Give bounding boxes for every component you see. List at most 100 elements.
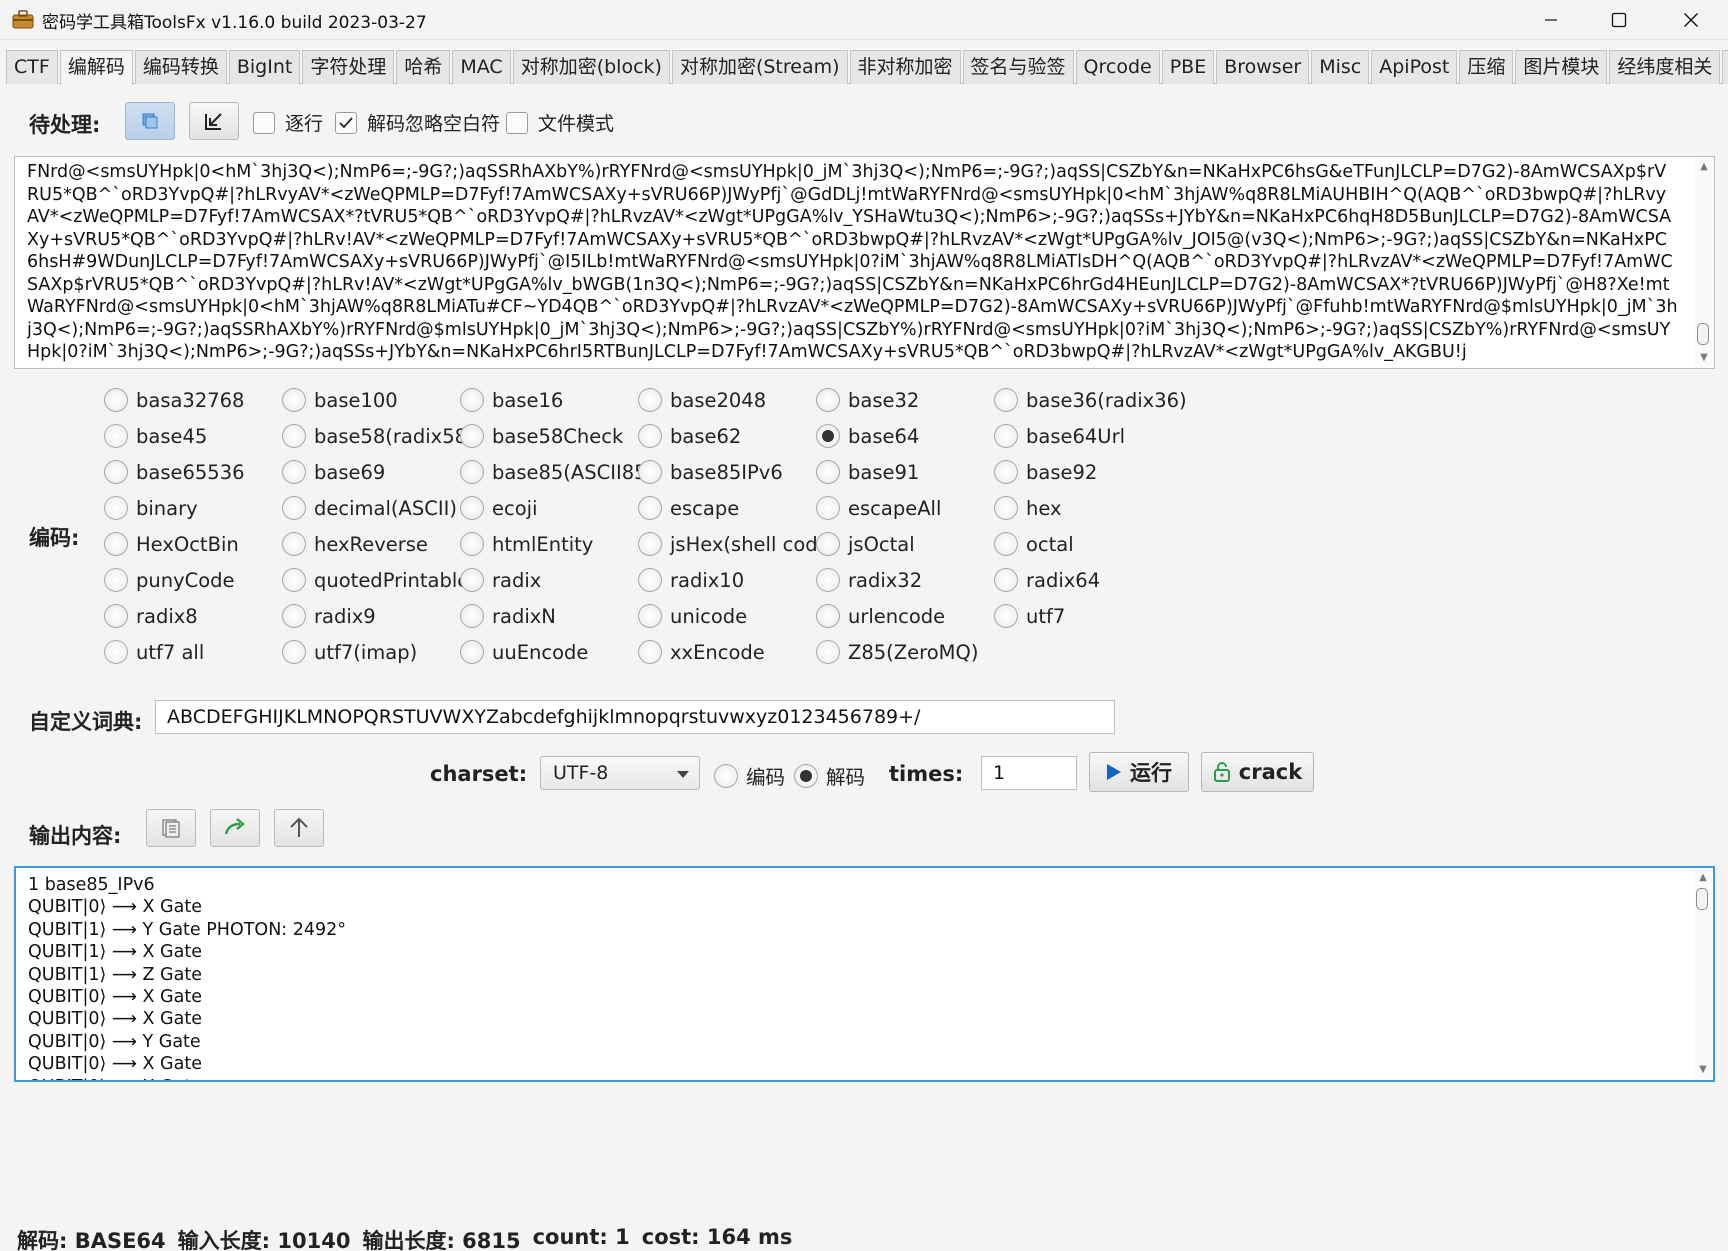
- scroll-up-icon[interactable]: ▲: [1697, 873, 1709, 883]
- tab-item[interactable]: 签名与验签: [962, 50, 1074, 84]
- times-input[interactable]: 1: [981, 756, 1077, 790]
- tab-item[interactable]: BigInt: [228, 50, 301, 84]
- encoding-option[interactable]: base32: [816, 388, 919, 412]
- tab-item[interactable]: 对称加密(Stream): [671, 50, 848, 84]
- encoding-option[interactable]: jsHex(shell code): [638, 532, 837, 556]
- encode-radio[interactable]: 编码: [714, 761, 785, 790]
- tab-item[interactable]: 关于: [1722, 50, 1728, 84]
- charset-select[interactable]: UTF-8: [540, 756, 700, 790]
- copy-output-button[interactable]: [146, 809, 196, 847]
- encoding-option[interactable]: radix32: [816, 568, 922, 592]
- encoding-option[interactable]: radixN: [460, 604, 556, 628]
- tab-item[interactable]: 字符处理: [302, 50, 395, 84]
- radio-dot: [994, 532, 1018, 556]
- encoding-option[interactable]: quotedPrintable: [282, 568, 469, 592]
- tab-item[interactable]: 非对称加密: [849, 50, 961, 84]
- encoding-option[interactable]: xxEncode: [638, 640, 765, 664]
- encoding-option[interactable]: radix10: [638, 568, 744, 592]
- encoding-option[interactable]: octal: [994, 532, 1074, 556]
- encoding-option[interactable]: uuEncode: [460, 640, 588, 664]
- encoding-option[interactable]: basa32768: [104, 388, 244, 412]
- encoding-option[interactable]: escape: [638, 496, 739, 520]
- encoding-option[interactable]: radix8: [104, 604, 198, 628]
- encoding-option[interactable]: unicode: [638, 604, 747, 628]
- close-button[interactable]: [1658, 0, 1724, 40]
- scroll-up-icon[interactable]: ▲: [1698, 162, 1710, 172]
- move-output-to-input-button[interactable]: [210, 809, 260, 847]
- encoding-option[interactable]: hex: [994, 496, 1062, 520]
- input-textarea[interactable]: FNrd@<smsUYHpk|0<hM`3hj3Q<);NmP6=;-9G?;)…: [14, 156, 1715, 369]
- encoding-option[interactable]: radix9: [282, 604, 376, 628]
- encoding-option[interactable]: base91: [816, 460, 919, 484]
- crack-button[interactable]: crack: [1201, 752, 1314, 792]
- encoding-option[interactable]: escapeAll: [816, 496, 941, 520]
- encoding-option[interactable]: jsOctal: [816, 532, 915, 556]
- maximize-button[interactable]: [1586, 0, 1652, 40]
- output-scrollbar[interactable]: ▲ ▼: [1693, 868, 1713, 1080]
- swap-up-button[interactable]: [274, 809, 324, 847]
- tab-item[interactable]: Misc: [1311, 50, 1370, 84]
- tab-item[interactable]: 编码转换: [134, 50, 227, 84]
- tab-item[interactable]: MAC: [452, 50, 511, 84]
- tab-item[interactable]: Browser: [1216, 50, 1310, 84]
- encoding-option[interactable]: base69: [282, 460, 385, 484]
- tab-item[interactable]: 编解码: [59, 50, 133, 85]
- encoding-option[interactable]: base2048: [638, 388, 766, 412]
- paste-button[interactable]: [125, 102, 175, 140]
- encoding-option[interactable]: hexReverse: [282, 532, 428, 556]
- encoding-option[interactable]: radix64: [994, 568, 1100, 592]
- encoding-option[interactable]: base62: [638, 424, 741, 448]
- decode-radio[interactable]: 解码: [794, 761, 865, 790]
- encoding-option[interactable]: base100: [282, 388, 398, 412]
- run-button[interactable]: 运行: [1089, 752, 1189, 792]
- encoding-option[interactable]: base58(radix58): [282, 424, 475, 448]
- encoding-option[interactable]: htmlEntity: [460, 532, 593, 556]
- encoding-option[interactable]: radix: [460, 568, 541, 592]
- encoding-option-label: base100: [314, 388, 398, 412]
- tab-item[interactable]: CTF: [6, 50, 58, 84]
- input-scrollbar[interactable]: ▲ ▼: [1694, 157, 1714, 368]
- encoding-option[interactable]: utf7 all: [104, 640, 204, 664]
- encoding-option[interactable]: utf7(imap): [282, 640, 417, 664]
- encoding-option-label: utf7: [1026, 604, 1066, 628]
- encoding-option[interactable]: base85IPv6: [638, 460, 783, 484]
- output-textarea[interactable]: 1 base85_IPv6 QUBIT|0⟩ ⟶ X Gate QUBIT|1⟩…: [14, 866, 1715, 1082]
- encoding-option[interactable]: base45: [104, 424, 207, 448]
- line-by-line-checkbox[interactable]: 逐行: [253, 109, 323, 136]
- encoding-option[interactable]: base85(ASCII85): [460, 460, 654, 484]
- encoding-option[interactable]: base92: [994, 460, 1097, 484]
- encoding-option[interactable]: base58Check: [460, 424, 623, 448]
- minimize-button[interactable]: [1518, 0, 1584, 40]
- encoding-option[interactable]: binary: [104, 496, 198, 520]
- encoding-option[interactable]: decimal(ASCII): [282, 496, 457, 520]
- file-mode-checkbox[interactable]: 文件模式: [506, 109, 614, 136]
- scroll-thumb[interactable]: [1697, 323, 1709, 345]
- status-bar: 解码: BASE64 输入长度: 10140 输出长度: 6815 count:…: [17, 1225, 804, 1251]
- encoding-option[interactable]: urlencode: [816, 604, 945, 628]
- encoding-option[interactable]: base64: [816, 424, 919, 448]
- tab-item[interactable]: 图片模块: [1515, 50, 1608, 84]
- import-button[interactable]: [189, 102, 239, 140]
- encoding-option[interactable]: base36(radix36): [994, 388, 1187, 412]
- tab-item[interactable]: 对称加密(block): [512, 50, 670, 84]
- tab-item[interactable]: PBE: [1161, 50, 1215, 84]
- tab-item[interactable]: 压缩: [1459, 50, 1514, 84]
- encoding-option[interactable]: HexOctBin: [104, 532, 239, 556]
- encoding-option-label: base85(ASCII85): [492, 460, 655, 484]
- encoding-option[interactable]: ecoji: [460, 496, 537, 520]
- tab-item[interactable]: ApiPost: [1371, 50, 1458, 84]
- encoding-option[interactable]: base64Url: [994, 424, 1125, 448]
- encoding-option[interactable]: base16: [460, 388, 563, 412]
- ignore-whitespace-checkbox[interactable]: 解码忽略空白符: [335, 109, 500, 136]
- scroll-thumb[interactable]: [1696, 888, 1708, 910]
- scroll-down-icon[interactable]: ▼: [1697, 1065, 1709, 1075]
- encoding-option[interactable]: base65536: [104, 460, 245, 484]
- tab-item[interactable]: 哈希: [396, 50, 451, 84]
- scroll-down-icon[interactable]: ▼: [1698, 353, 1710, 363]
- encoding-option[interactable]: Z85(ZeroMQ): [816, 640, 978, 664]
- dictionary-input[interactable]: ABCDEFGHIJKLMNOPQRSTUVWXYZabcdefghijklmn…: [155, 700, 1115, 734]
- encoding-option[interactable]: punyCode: [104, 568, 235, 592]
- encoding-option[interactable]: utf7: [994, 604, 1065, 628]
- tab-item[interactable]: 经纬度相关: [1609, 50, 1721, 84]
- tab-item[interactable]: Qrcode: [1075, 50, 1160, 84]
